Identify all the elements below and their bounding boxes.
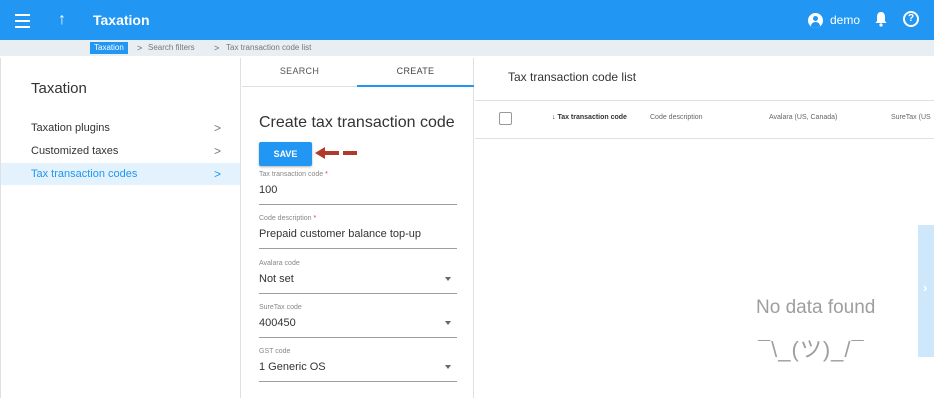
field-label: SureTax code [259, 304, 302, 311]
tab-create[interactable]: CREATE [357, 58, 474, 87]
column-header-tax-transaction-code[interactable]: ↓ Tax transaction code [552, 114, 627, 121]
annotation-arrow-icon [315, 147, 357, 159]
breadcrumb-current: Tax transaction code list [226, 43, 312, 52]
field-label: Code description * [259, 215, 317, 222]
navigate-up-icon[interactable]: ↑ [58, 10, 66, 30]
field-value[interactable]: 100 [259, 184, 277, 196]
sidebar-item-label: Customized taxes [31, 145, 119, 157]
field-value[interactable]: Prepaid customer balance top-up [259, 228, 421, 240]
form-title: Create tax transaction code [259, 114, 455, 131]
sidebar-item-tax-transaction-codes[interactable]: Tax transaction codes > [1, 163, 240, 185]
sidebar-item-customized-taxes[interactable]: Customized taxes > [1, 140, 240, 162]
hamburger-menu-icon[interactable] [14, 10, 32, 30]
empty-state-shrug: ¯\_(ツ)_/¯ [758, 337, 865, 362]
tax-transaction-code-field[interactable]: Tax transaction code * 100 [259, 171, 457, 205]
list-title: Tax transaction code list [508, 70, 637, 84]
sidebar-title: Taxation [31, 80, 87, 97]
field-label: Tax transaction code * [259, 171, 328, 178]
notification-bell-icon[interactable] [874, 11, 888, 27]
suretax-code-select[interactable]: SureTax code 400450 [259, 304, 457, 338]
required-marker: * [325, 171, 328, 178]
top-app-bar: ↑ Taxation demo ? [0, 0, 934, 40]
dropdown-caret-icon[interactable] [445, 321, 451, 325]
chevron-right-icon: > [214, 144, 222, 158]
sidebar-item-taxation-plugins[interactable]: Taxation plugins > [1, 117, 240, 139]
save-button[interactable]: SAVE [259, 142, 312, 166]
form-tabs: SEARCH CREATE [242, 58, 474, 87]
account-circle-icon [808, 12, 823, 28]
app-title: Taxation [93, 12, 150, 28]
sidebar-item-label: Tax transaction codes [31, 168, 138, 180]
user-name: demo [830, 13, 861, 27]
tab-search[interactable]: SEARCH [242, 58, 357, 87]
required-marker: * [313, 215, 317, 222]
breadcrumb-separator: > [137, 43, 143, 53]
breadcrumb: Taxation > Search filters > Tax transact… [0, 40, 934, 56]
select-all-checkbox[interactable] [499, 112, 512, 125]
breadcrumb-taxation[interactable]: Taxation [90, 42, 128, 54]
code-list-panel: Tax transaction code list ↓ Tax transact… [475, 58, 934, 398]
dropdown-caret-icon[interactable] [445, 365, 451, 369]
help-circle-icon[interactable]: ? [903, 11, 919, 27]
user-menu[interactable]: demo [808, 11, 860, 29]
empty-state-text: No data found [756, 297, 876, 318]
sidebar: Taxation Taxation plugins > Customized t… [0, 58, 241, 398]
sidebar-item-label: Taxation plugins [31, 122, 110, 134]
dropdown-caret-icon[interactable] [445, 277, 451, 281]
column-header-suretax[interactable]: SureTax (US [891, 114, 931, 121]
expand-panel-handle[interactable]: › [918, 225, 934, 357]
chevron-right-icon: > [214, 167, 222, 181]
create-form-panel: SEARCH CREATE Create tax transaction cod… [242, 58, 474, 398]
field-label: GST code [259, 348, 291, 355]
code-description-field[interactable]: Code description * Prepaid customer bala… [259, 215, 457, 249]
chevron-right-icon: › [923, 280, 928, 295]
gst-code-select[interactable]: GST code 1 Generic OS [259, 348, 457, 382]
breadcrumb-separator: > [214, 43, 220, 53]
chevron-right-icon: > [214, 121, 222, 135]
breadcrumb-search-filters[interactable]: Search filters [148, 40, 195, 56]
field-label: Avalara code [259, 260, 300, 267]
table-header: ↓ Tax transaction code Code description … [475, 100, 934, 139]
field-value[interactable]: Not set [259, 273, 294, 285]
avalara-code-select[interactable]: Avalara code Not set [259, 260, 457, 294]
field-value[interactable]: 1 Generic OS [259, 361, 326, 373]
column-header-code-description[interactable]: Code description [650, 114, 703, 121]
field-value[interactable]: 400450 [259, 317, 296, 329]
column-header-avalara[interactable]: Avalara (US, Canada) [769, 114, 837, 121]
